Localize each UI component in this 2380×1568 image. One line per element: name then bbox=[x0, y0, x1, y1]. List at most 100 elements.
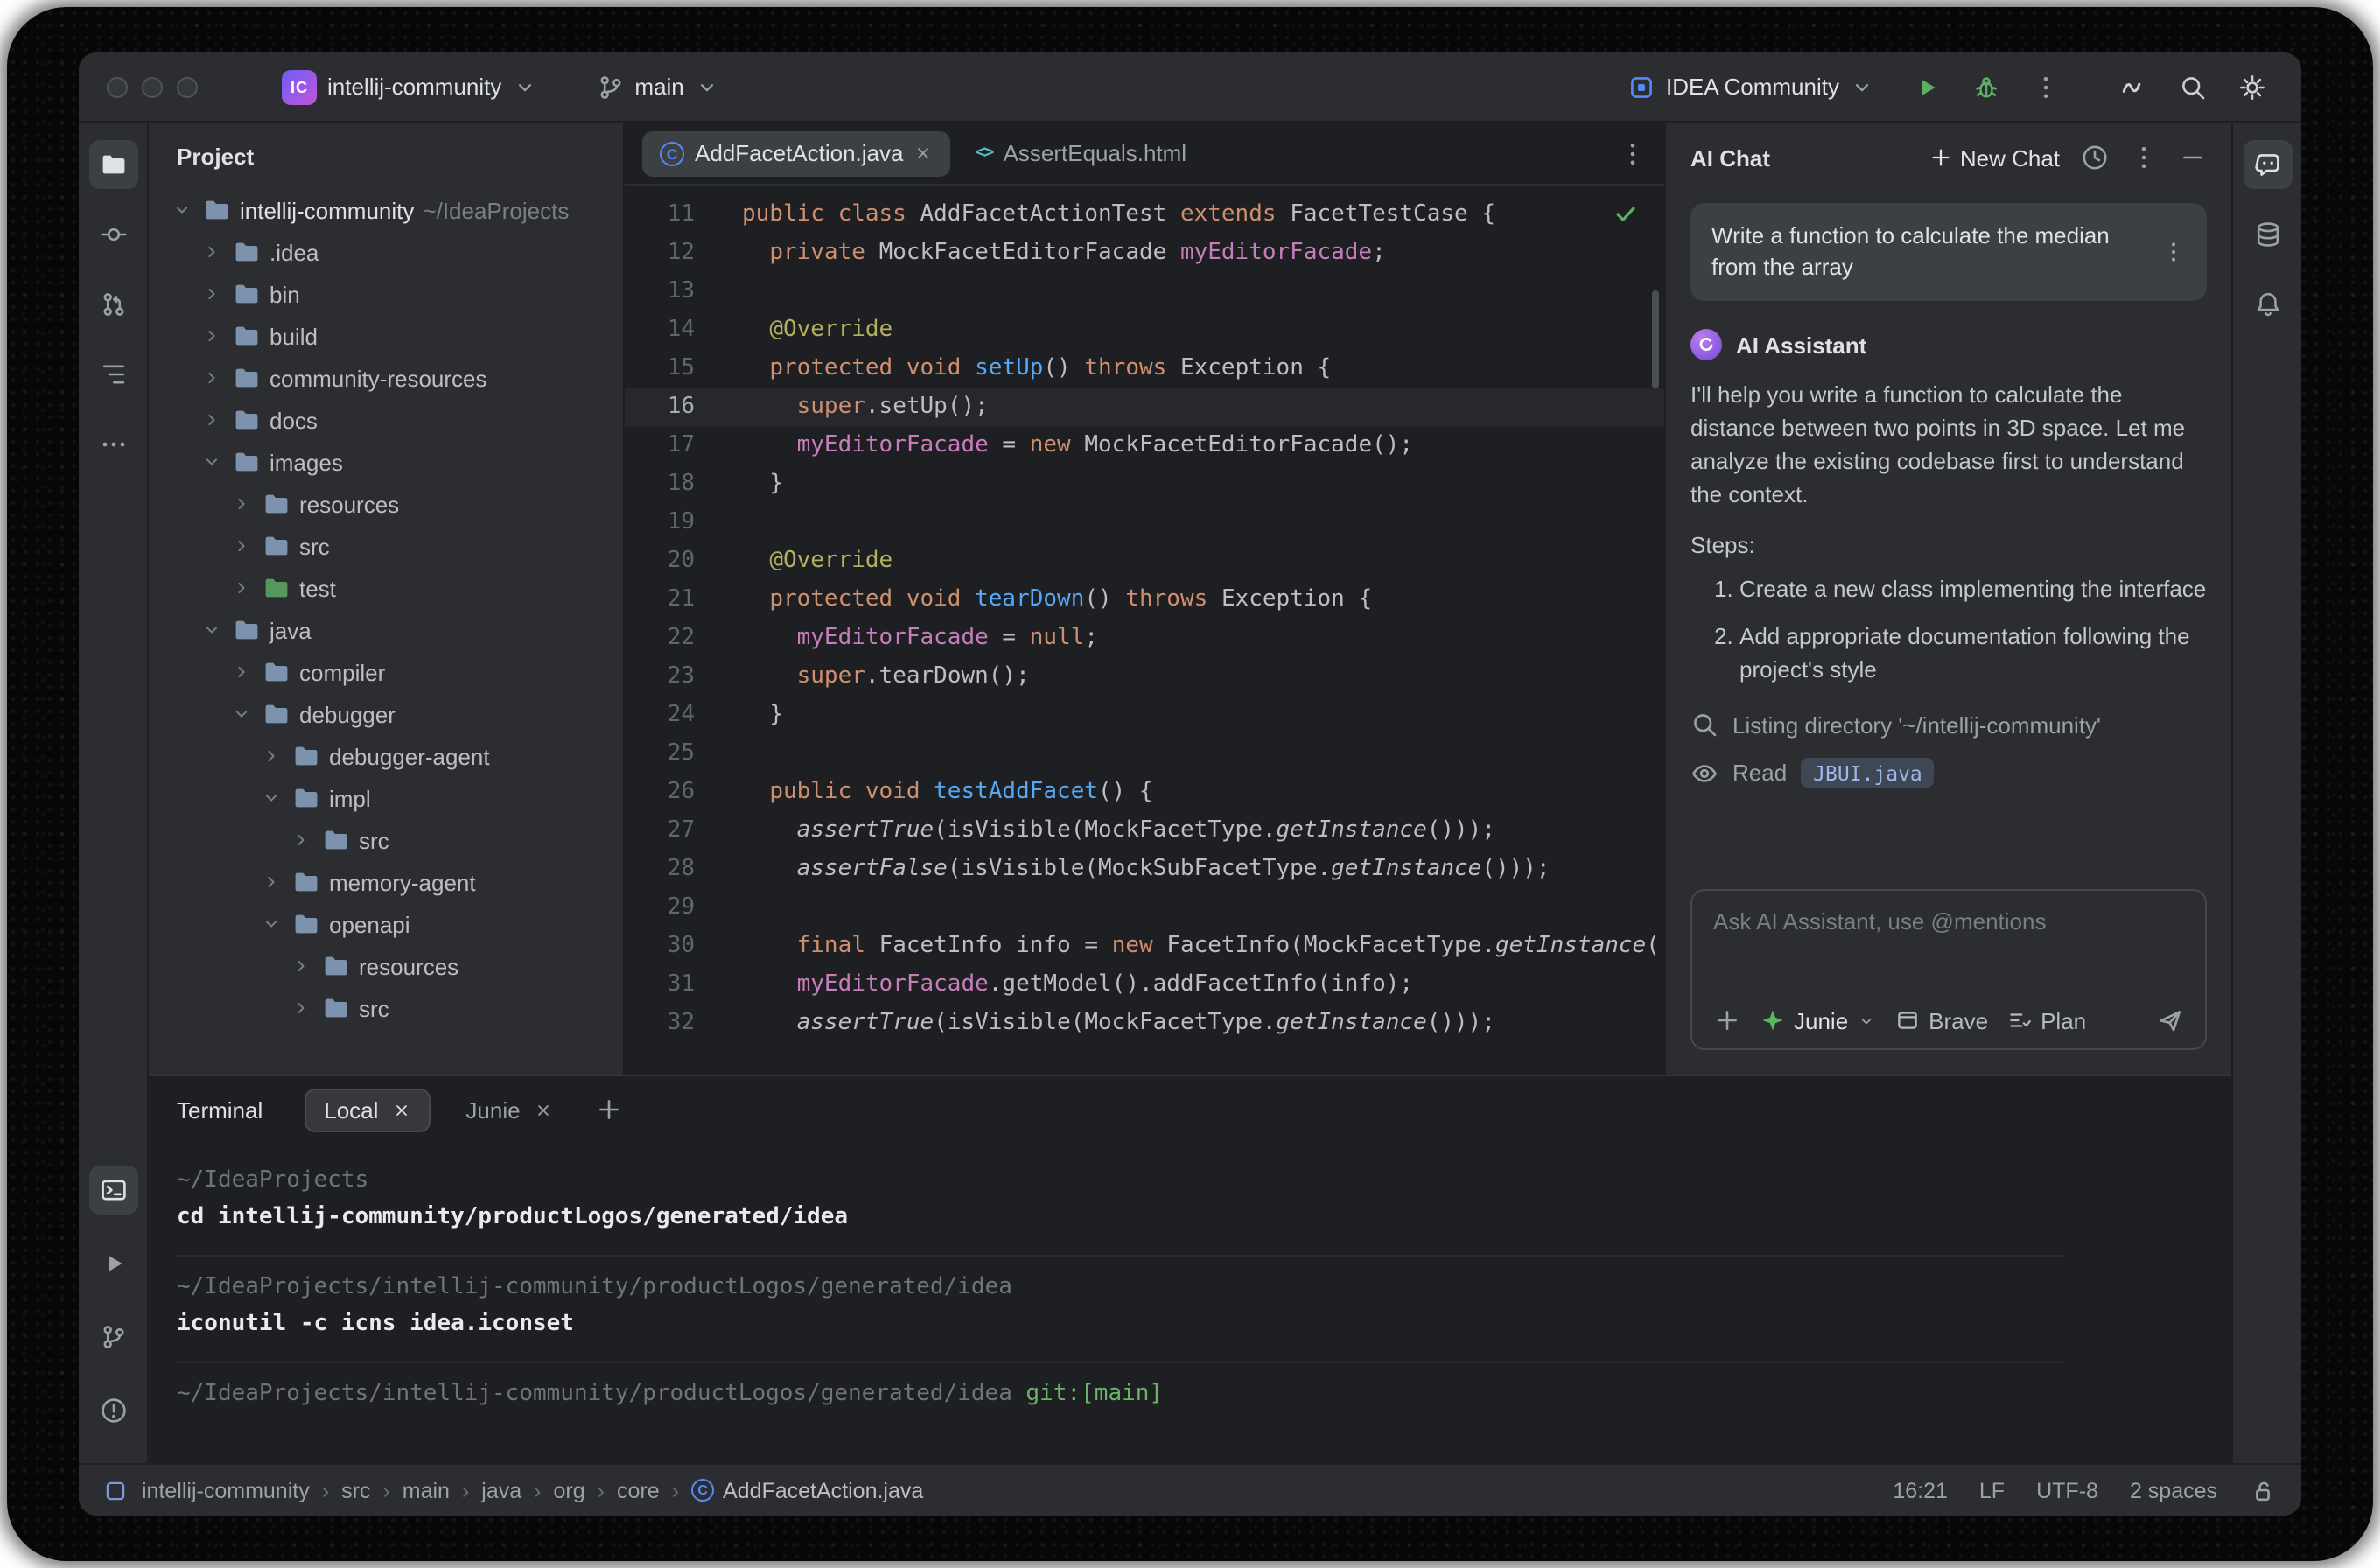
caret-position[interactable]: 16:21 bbox=[1893, 1478, 1948, 1502]
run-config-widget[interactable]: IDEA Community bbox=[1614, 66, 1888, 108]
ai-assistant-logo-icon[interactable] bbox=[2112, 66, 2154, 108]
chevron-right-icon[interactable] bbox=[229, 576, 254, 600]
tree-item-openapi[interactable]: openapi bbox=[149, 903, 623, 945]
junie-mode-selector[interactable]: Junie bbox=[1760, 1007, 1876, 1033]
breadcrumb-item[interactable]: org bbox=[554, 1478, 585, 1502]
code-line-21[interactable]: 21 protected void tearDown() throws Exce… bbox=[625, 581, 1664, 620]
more-actions-icon[interactable] bbox=[2025, 66, 2067, 108]
chevron-down-icon[interactable] bbox=[200, 450, 224, 474]
breadcrumb-item[interactable]: C AddFacetAction.java bbox=[691, 1478, 923, 1502]
more-tool-button[interactable] bbox=[88, 420, 137, 469]
chevron-right-icon[interactable] bbox=[289, 996, 313, 1020]
tree-item-test[interactable]: test bbox=[149, 567, 623, 609]
code-line-16[interactable]: 16 super.setUp(); bbox=[625, 388, 1664, 427]
zoom-window-button[interactable] bbox=[177, 76, 198, 97]
chevron-right-icon[interactable] bbox=[229, 492, 254, 516]
chevron-right-icon[interactable] bbox=[200, 366, 224, 390]
tree-item-.idea[interactable]: .idea bbox=[149, 231, 623, 273]
close-tab-icon[interactable] bbox=[535, 1100, 554, 1119]
tree-item-debugger-agent[interactable]: debugger-agent bbox=[149, 735, 623, 777]
editor-tab-AddFacetAction.java[interactable]: C AddFacetAction.java bbox=[642, 130, 951, 176]
chevron-down-icon[interactable] bbox=[259, 912, 284, 936]
send-message-icon[interactable] bbox=[2156, 1006, 2184, 1034]
plan-mode-toggle[interactable]: Plan bbox=[2007, 1007, 2086, 1033]
minimize-window-button[interactable] bbox=[142, 76, 163, 97]
commit-tool-button[interactable] bbox=[88, 210, 137, 259]
chevron-right-icon[interactable] bbox=[200, 240, 224, 264]
line-ending[interactable]: LF bbox=[1979, 1478, 2005, 1502]
problems-tool-button[interactable] bbox=[88, 1386, 137, 1435]
inspections-ok-icon[interactable] bbox=[1612, 200, 1640, 228]
chevron-right-icon[interactable] bbox=[259, 744, 284, 768]
new-terminal-tab-button[interactable] bbox=[596, 1096, 624, 1124]
tree-item-bin[interactable]: bin bbox=[149, 273, 623, 315]
branch-widget[interactable]: main bbox=[582, 66, 732, 108]
chat-options-icon[interactable] bbox=[2130, 144, 2158, 172]
chevron-down-icon[interactable] bbox=[229, 702, 254, 726]
code-line-22[interactable]: 22 myEditorFacade = null; bbox=[625, 620, 1664, 658]
lock-open-icon[interactable] bbox=[2249, 1476, 2277, 1504]
code-line-17[interactable]: 17 myEditorFacade = new MockFacetEditorF… bbox=[625, 427, 1664, 466]
branch-tool-button[interactable] bbox=[88, 1312, 137, 1362]
terminal-output[interactable]: ~/IdeaProjects cd intellij-community/pro… bbox=[149, 1143, 2231, 1463]
pull-request-tool-button[interactable] bbox=[88, 280, 137, 329]
code-line-20[interactable]: 20 @Override bbox=[625, 542, 1664, 581]
tree-item-impl[interactable]: impl bbox=[149, 777, 623, 819]
code-line-25[interactable]: 25 bbox=[625, 735, 1664, 774]
code-line-13[interactable]: 13 bbox=[625, 273, 1664, 312]
close-window-button[interactable] bbox=[107, 76, 128, 97]
file-badge[interactable]: JBUI.java bbox=[1801, 758, 1935, 788]
chevron-down-icon[interactable] bbox=[200, 618, 224, 642]
code-line-29[interactable]: 29 bbox=[625, 889, 1664, 928]
chevron-right-icon[interactable] bbox=[200, 408, 224, 432]
search-everywhere-icon[interactable] bbox=[2172, 66, 2214, 108]
code-line-28[interactable]: 28 assertFalse(isVisible(MockSubFacetTyp… bbox=[625, 850, 1664, 889]
code-line-24[interactable]: 24 } bbox=[625, 696, 1664, 735]
folder-tool-button[interactable] bbox=[88, 140, 137, 189]
bell-tool-button[interactable] bbox=[2243, 280, 2292, 329]
breadcrumb-item[interactable]: main bbox=[402, 1478, 450, 1502]
code-line-26[interactable]: 26 public void testAddFacet() { bbox=[625, 774, 1664, 812]
terminal-tool-button[interactable] bbox=[88, 1166, 137, 1214]
new-chat-button[interactable]: New Chat bbox=[1928, 144, 2060, 171]
attach-icon[interactable] bbox=[1713, 1006, 1741, 1034]
chevron-right-icon[interactable] bbox=[229, 534, 254, 558]
editor-tab-AssertEquals.html[interactable]: <> AssertEquals.html bbox=[957, 130, 1204, 176]
chevron-down-icon[interactable] bbox=[259, 786, 284, 810]
close-tab-icon[interactable] bbox=[914, 144, 933, 163]
tree-item-images[interactable]: images bbox=[149, 441, 623, 483]
ai-chat-tool-button[interactable] bbox=[2243, 140, 2292, 189]
chevron-right-icon[interactable] bbox=[229, 660, 254, 684]
breadcrumb-item[interactable]: java bbox=[481, 1478, 522, 1502]
code-line-12[interactable]: 12 private MockFacetEditorFacade myEdito… bbox=[625, 234, 1664, 273]
structure-tool-button[interactable] bbox=[88, 350, 137, 399]
code-line-32[interactable]: 32 assertTrue(isVisible(MockFacetType.ge… bbox=[625, 1004, 1664, 1043]
code-line-19[interactable]: 19 bbox=[625, 504, 1664, 542]
message-menu-icon[interactable] bbox=[2161, 220, 2186, 284]
tree-item-docs[interactable]: docs bbox=[149, 399, 623, 441]
tree-item-memory-agent[interactable]: memory-agent bbox=[149, 861, 623, 903]
run-button[interactable] bbox=[1906, 66, 1948, 108]
tree-item-src[interactable]: src bbox=[149, 987, 623, 1029]
tree-item-community-resources[interactable]: community-resources bbox=[149, 357, 623, 399]
chevron-right-icon[interactable] bbox=[200, 324, 224, 348]
debug-button[interactable] bbox=[1965, 66, 2007, 108]
tree-item-java[interactable]: java bbox=[149, 609, 623, 651]
chevron-right-icon[interactable] bbox=[259, 870, 284, 894]
brave-mode-toggle[interactable]: Brave bbox=[1895, 1007, 1988, 1033]
code-line-30[interactable]: 30 final FacetInfo info = new FacetInfo(… bbox=[625, 928, 1664, 966]
code-line-11[interactable]: 11 public class AddFacetActionTest extend… bbox=[625, 196, 1664, 234]
run-tool-button[interactable] bbox=[88, 1239, 137, 1288]
tree-item-compiler[interactable]: compiler bbox=[149, 651, 623, 693]
chat-input[interactable]: Ask AI Assistant, use @mentions Junie Br… bbox=[1690, 889, 2207, 1050]
tree-item-resources[interactable]: resources bbox=[149, 483, 623, 525]
editor-scrollbar[interactable] bbox=[1652, 290, 1659, 388]
tree-item-build[interactable]: build bbox=[149, 315, 623, 357]
settings-gear-icon[interactable] bbox=[2231, 66, 2273, 108]
code-area[interactable]: 11 public class AddFacetActionTest extend… bbox=[625, 186, 1664, 1074]
chevron-right-icon[interactable] bbox=[200, 282, 224, 306]
tree-item-src[interactable]: src bbox=[149, 525, 623, 567]
breadcrumb-item[interactable]: intellij-community bbox=[142, 1478, 310, 1502]
indent-style[interactable]: 2 spaces bbox=[2130, 1478, 2217, 1502]
file-encoding[interactable]: UTF-8 bbox=[2036, 1478, 2098, 1502]
